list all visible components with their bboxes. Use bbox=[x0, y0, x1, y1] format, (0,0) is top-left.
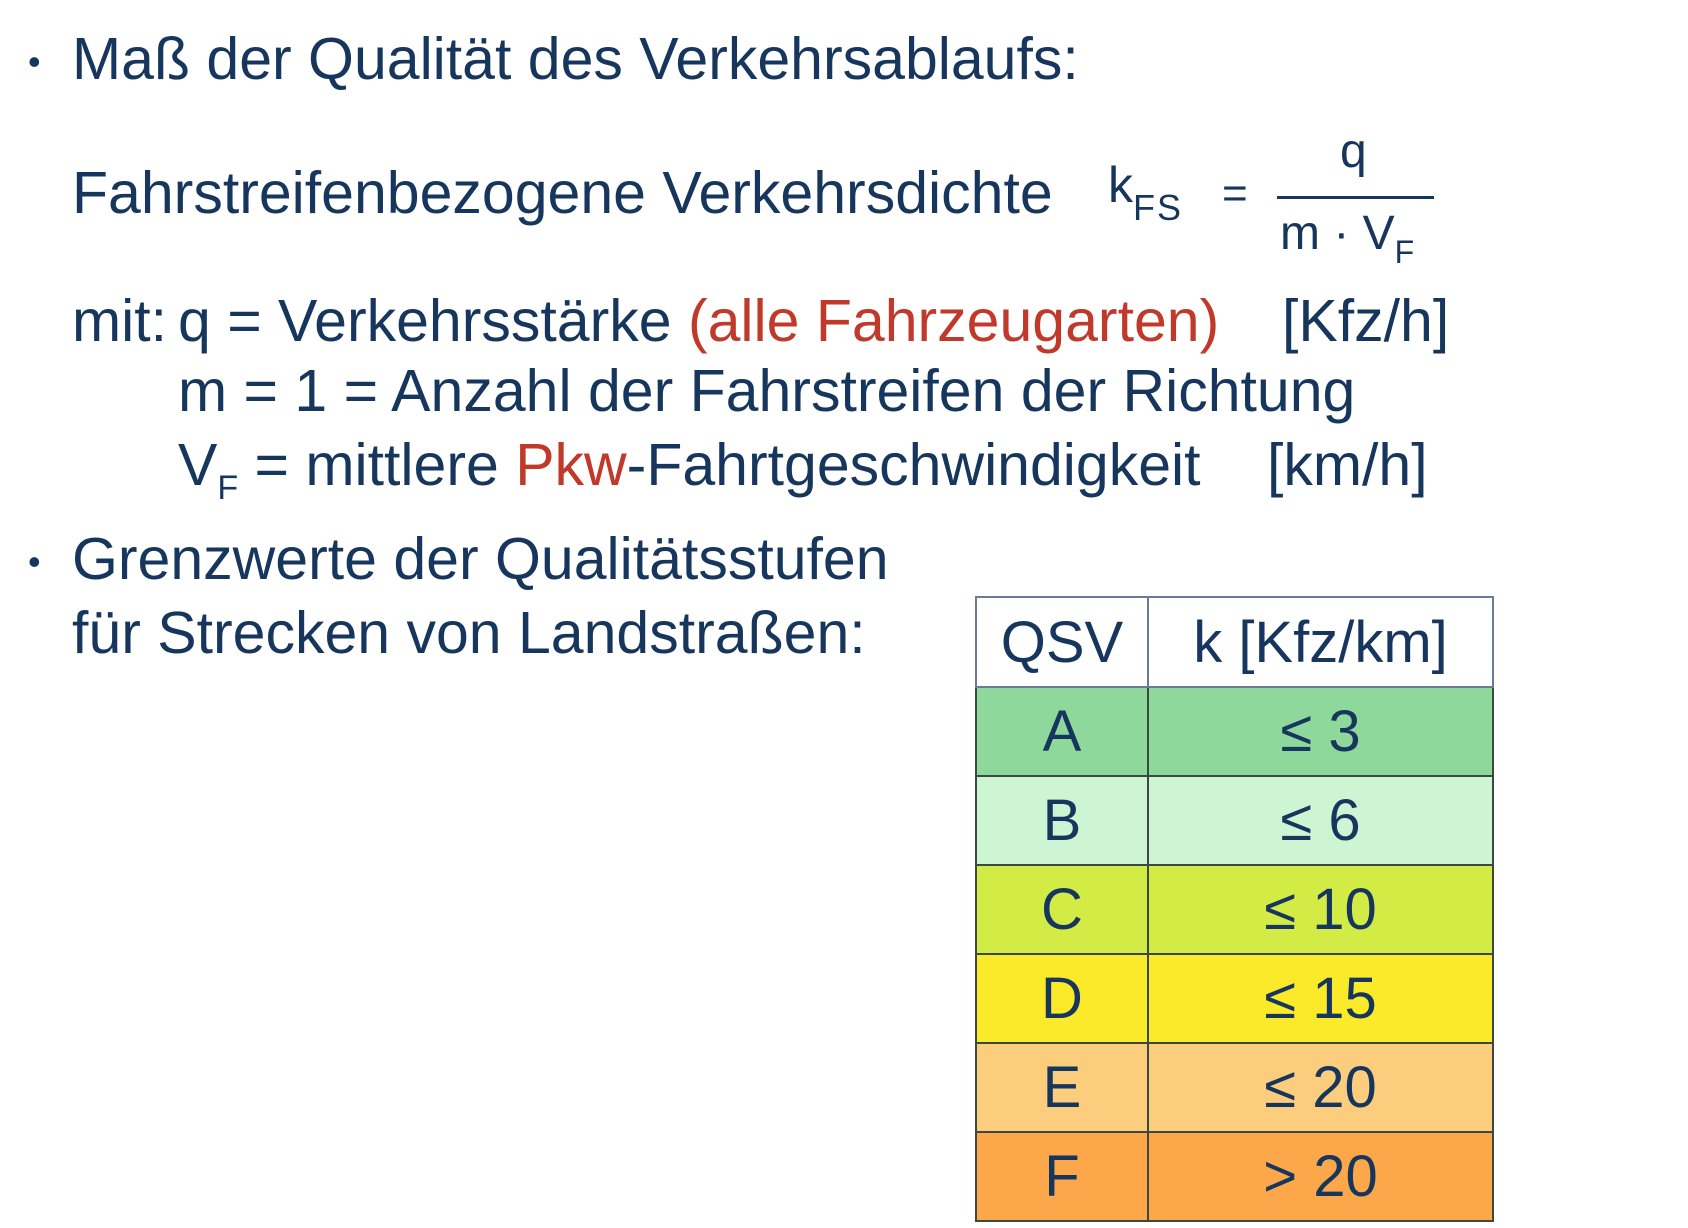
formula-denominator-main: m · V bbox=[1280, 207, 1395, 260]
definition-q-text: q = Verkehrsstärke bbox=[178, 288, 672, 354]
table-header-row: QSV k [Kfz/km] bbox=[975, 596, 1494, 688]
definition-vf-text-after: -Fahrtgeschwindigkeit bbox=[626, 432, 1201, 498]
density-cell: > 20 bbox=[1147, 1131, 1494, 1222]
qsv-cell: E bbox=[975, 1042, 1149, 1133]
bullet-limits-line1: Grenzwerte der Qualitätsstufen bbox=[72, 526, 889, 592]
density-cell: ≤ 15 bbox=[1147, 953, 1494, 1044]
definition-q-highlight: (alle Fahrzeugarten) bbox=[687, 288, 1220, 354]
qsv-cell: B bbox=[975, 775, 1149, 866]
formula-lhs: kFS bbox=[1108, 157, 1183, 226]
definition-vf-text-before: = mittlere bbox=[238, 432, 516, 498]
bullet-limits-line2: für Strecken von Landstraßen: bbox=[72, 600, 866, 666]
table-row: B ≤ 6 bbox=[975, 775, 1494, 866]
table-row: A ≤ 3 bbox=[975, 686, 1494, 777]
qsv-cell: A bbox=[975, 686, 1149, 777]
definition-q-unit: [Kfz/h] bbox=[1282, 288, 1450, 354]
qsv-cell: F bbox=[975, 1131, 1149, 1222]
definition-vf: VF = mittlere Pkw-Fahrtgeschwindigkeit bbox=[178, 436, 1201, 506]
formula-denominator-subscript: F bbox=[1394, 234, 1415, 270]
formula-equals: = bbox=[1222, 169, 1248, 218]
definitions-prefix: mit: bbox=[72, 288, 168, 354]
table-row: D ≤ 15 bbox=[975, 953, 1494, 1044]
definition-q: q = Verkehrsstärke (alle Fahrzeugarten) bbox=[178, 292, 1219, 351]
bullet-marker: • bbox=[28, 41, 41, 82]
formula-lhs-subscript: FS bbox=[1133, 187, 1184, 228]
density-cell: ≤ 10 bbox=[1147, 864, 1494, 955]
definition-vf-subscript: F bbox=[217, 469, 239, 507]
formula-lhs-main: k bbox=[1108, 157, 1133, 213]
definition-vf-highlight: Pkw bbox=[515, 432, 627, 498]
formula-denominator: m · VF bbox=[1280, 207, 1414, 269]
definition-vf-symbol: V bbox=[178, 432, 218, 498]
density-cell: ≤ 3 bbox=[1147, 686, 1494, 777]
fraction-bar bbox=[1277, 196, 1434, 199]
formula-numerator: q bbox=[1340, 125, 1367, 178]
density-cell: ≤ 20 bbox=[1147, 1042, 1494, 1133]
table-row: E ≤ 20 bbox=[975, 1042, 1494, 1133]
density-cell: ≤ 6 bbox=[1147, 775, 1494, 866]
bullet-marker: • bbox=[28, 541, 41, 582]
qsv-cell: C bbox=[975, 864, 1149, 955]
header-density: k [Kfz/km] bbox=[1147, 596, 1494, 688]
formula-label: Fahrstreifenbezogene Verkehrsdichte bbox=[72, 160, 1053, 226]
definition-m: m = 1 = Anzahl der Fahrstreifen der Rich… bbox=[178, 358, 1356, 424]
table-row: F > 20 bbox=[975, 1131, 1494, 1222]
definition-vf-unit: [km/h] bbox=[1267, 432, 1428, 498]
qsv-limits-table: QSV k [Kfz/km] A ≤ 3 B ≤ 6 C ≤ 10 D ≤ 15… bbox=[975, 596, 1494, 1222]
qsv-cell: D bbox=[975, 953, 1149, 1044]
table-row: C ≤ 10 bbox=[975, 864, 1494, 955]
bullet-quality-measure: Maß der Qualität des Verkehrsablaufs: bbox=[72, 26, 1079, 92]
header-qsv: QSV bbox=[975, 596, 1149, 688]
